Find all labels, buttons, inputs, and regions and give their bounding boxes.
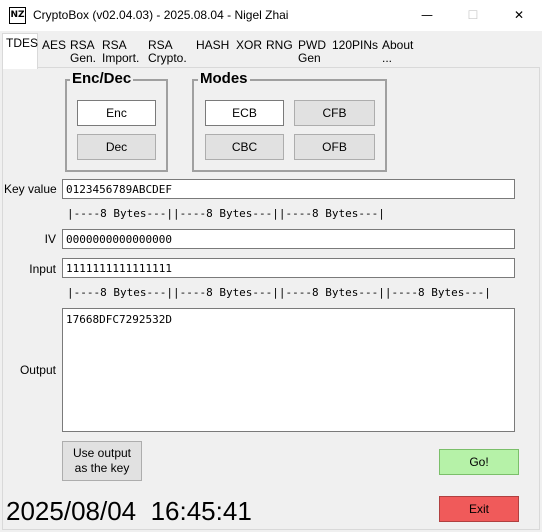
key-input[interactable]: 0123456789ABCDEF: [62, 179, 515, 199]
window-title: CryptoBox (v02.04.03) - 2025.08.04 - Nig…: [33, 8, 289, 22]
tab-rsa-import[interactable]: RSA Import.: [98, 35, 144, 67]
tab-120pins[interactable]: 120PINs: [328, 35, 378, 67]
iv-label: IV: [44, 232, 56, 246]
key-label: Key value: [4, 182, 57, 196]
use-output-as-key-button[interactable]: Use output as the key: [62, 441, 142, 481]
tab-pwd-gen[interactable]: PWD Gen: [294, 35, 328, 67]
go-button[interactable]: Go!: [439, 449, 519, 475]
dec-button[interactable]: Dec: [77, 134, 156, 160]
input-byte-ruler: |----8 Bytes---||----8 Bytes---||----8 B…: [67, 286, 491, 299]
tab-about[interactable]: About ...: [378, 35, 418, 67]
exit-button[interactable]: Exit: [439, 496, 519, 522]
input-field[interactable]: 1111111111111111: [62, 258, 515, 278]
cfb-button[interactable]: CFB: [294, 100, 375, 126]
app-icon: NZ: [9, 7, 26, 24]
tab-rng[interactable]: RNG: [262, 35, 294, 67]
ofb-button[interactable]: OFB: [294, 134, 375, 160]
input-label: Input: [29, 262, 56, 276]
minimize-icon[interactable]: —: [404, 0, 450, 31]
iv-input[interactable]: 0000000000000000: [62, 229, 515, 249]
tab-aes[interactable]: AES: [38, 35, 66, 67]
output-label: Output: [19, 363, 56, 377]
close-icon[interactable]: ✕: [496, 0, 542, 31]
tab-hash[interactable]: HASH: [192, 35, 232, 67]
key-byte-ruler: |----8 Bytes---||----8 Bytes---||----8 B…: [67, 207, 385, 220]
ecb-button[interactable]: ECB: [205, 100, 284, 126]
enc-dec-title: Enc/Dec: [70, 70, 134, 87]
output-textarea[interactable]: 17668DFC7292532D: [62, 308, 515, 432]
cbc-button[interactable]: CBC: [205, 134, 284, 160]
datetime-display: 2025/08/04 16:45:41: [6, 496, 252, 526]
maximize-icon[interactable]: ☐: [450, 0, 496, 31]
modes-title: Modes: [198, 70, 250, 87]
tab-xor[interactable]: XOR: [232, 35, 262, 67]
tab-tdes[interactable]: TDES: [2, 33, 38, 69]
tab-rsa-gen[interactable]: RSA Gen.: [66, 35, 98, 67]
tab-rsa-crypto[interactable]: RSA Crypto.: [144, 35, 192, 67]
enc-button[interactable]: Enc: [77, 100, 156, 126]
